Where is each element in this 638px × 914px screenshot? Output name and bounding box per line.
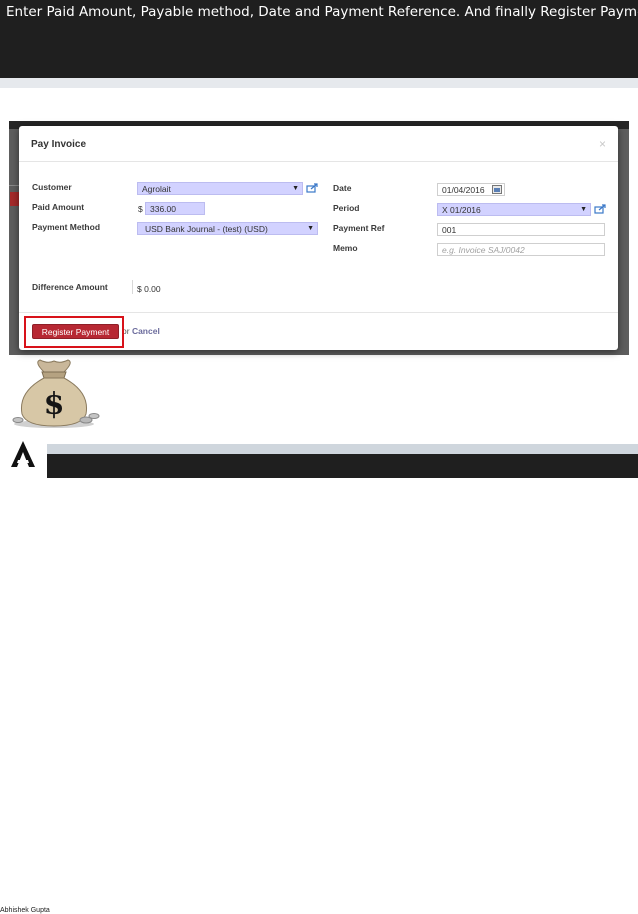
difference-amount-label: Difference Amount bbox=[32, 282, 108, 292]
calendar-icon[interactable] bbox=[492, 185, 502, 194]
top-divider-strip bbox=[0, 78, 638, 88]
highlight-annotation-box bbox=[24, 316, 124, 348]
period-select[interactable]: X 01/2016 ▼ bbox=[437, 203, 591, 216]
memo-label: Memo bbox=[333, 243, 358, 253]
period-label: Period bbox=[333, 203, 360, 213]
author-logo-icon bbox=[11, 441, 35, 467]
payment-method-select[interactable]: USD Bank Journal - (test) (USD) ▼ bbox=[137, 222, 318, 235]
dialog-title: Pay Invoice bbox=[31, 139, 87, 150]
chevron-down-icon: ▼ bbox=[580, 206, 587, 213]
date-input[interactable]: 01/04/2016 bbox=[437, 183, 505, 196]
bottom-divider-strip bbox=[0, 444, 638, 454]
memo-input[interactable]: e.g. Invoice SAJ/0042 bbox=[437, 243, 605, 256]
bottom-banner bbox=[0, 454, 638, 478]
money-bag-icon: $ bbox=[12, 359, 100, 428]
field-separator bbox=[132, 280, 133, 294]
chevron-down-icon: ▼ bbox=[292, 185, 299, 192]
customer-select[interactable]: Agrolait ▼ bbox=[137, 182, 303, 195]
instruction-caption: Enter Paid Amount, Payable method, Date … bbox=[6, 4, 638, 20]
period-value: X 01/2016 bbox=[442, 205, 481, 215]
external-link-icon[interactable] bbox=[594, 204, 606, 214]
payment-ref-input[interactable]: 001 bbox=[437, 223, 605, 236]
cancel-label: Cancel bbox=[131, 326, 160, 336]
external-link-icon[interactable] bbox=[306, 183, 318, 193]
paid-amount-label: Paid Amount bbox=[32, 202, 85, 212]
paid-amount-input[interactable]: 336.00 bbox=[145, 202, 205, 215]
svg-text:$: $ bbox=[44, 387, 65, 422]
customer-label: Customer bbox=[32, 182, 72, 192]
date-value: 01/04/2016 bbox=[442, 185, 485, 195]
chevron-down-icon: ▼ bbox=[307, 225, 314, 232]
payment-method-value: USD Bank Journal - (test) (USD) bbox=[145, 224, 268, 234]
difference-amount-value: $ 0.00 bbox=[137, 284, 161, 294]
date-label: Date bbox=[333, 183, 352, 193]
dialog-footer-divider bbox=[19, 312, 618, 313]
top-banner: Enter Paid Amount, Payable method, Date … bbox=[0, 0, 638, 78]
customer-value: Agrolait bbox=[142, 184, 171, 194]
dialog-header: Pay Invoice × bbox=[19, 126, 618, 162]
payment-ref-label: Payment Ref bbox=[333, 223, 385, 233]
author-logo-caption: Abhishek Gupta bbox=[0, 907, 50, 914]
cancel-link[interactable]: or Cancel bbox=[122, 326, 160, 336]
payment-method-label: Payment Method bbox=[32, 222, 101, 232]
author-logo: Abhishek Gupta bbox=[0, 438, 50, 914]
close-icon[interactable]: × bbox=[599, 137, 606, 151]
